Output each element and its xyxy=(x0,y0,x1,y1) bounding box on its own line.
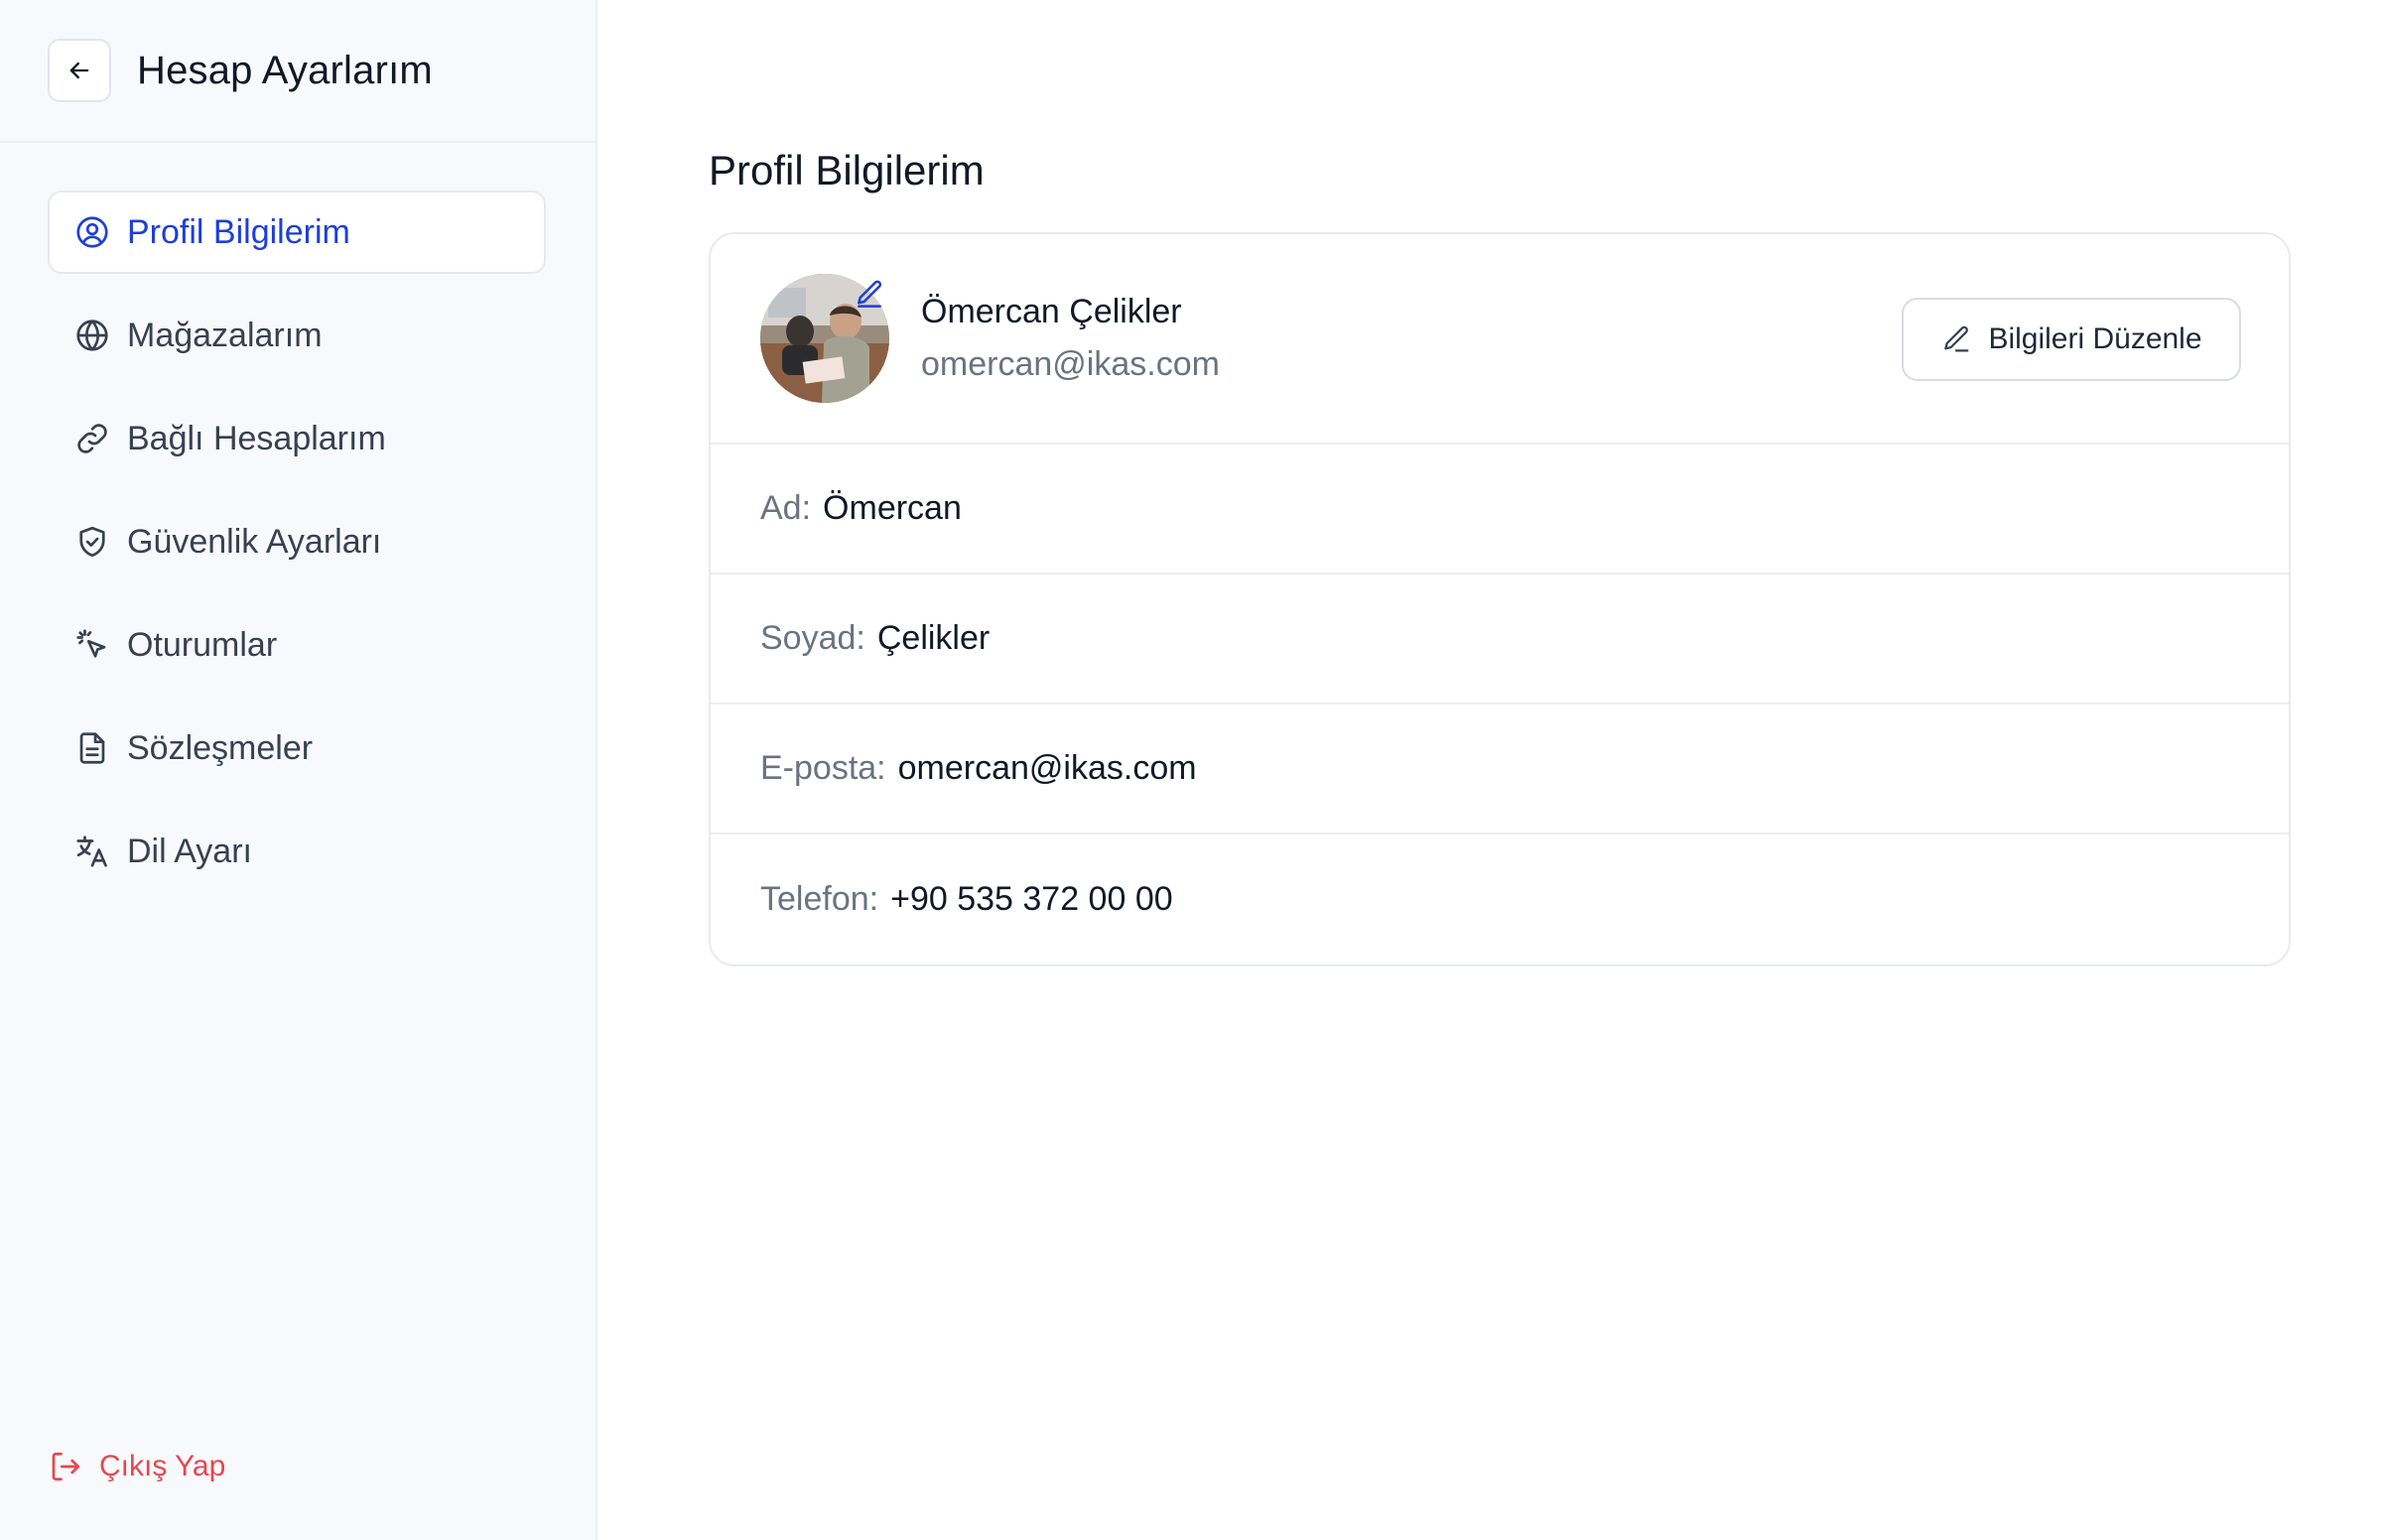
sidebar-item-profile[interactable]: Profil Bilgilerim xyxy=(48,191,546,274)
logout-label: Çıkış Yap xyxy=(99,1450,226,1482)
sidebar-item-label: Mağazalarım xyxy=(127,316,323,354)
pointer-click-icon xyxy=(73,626,111,664)
sidebar-header: Hesap Ayarlarım xyxy=(0,0,596,143)
field-row-first-name: Ad: Ömercan xyxy=(711,445,2289,575)
main-content: Profil Bilgilerim Ömercan Çelikler omerc… xyxy=(597,0,2384,1540)
user-circle-icon xyxy=(73,213,111,251)
sidebar: Hesap Ayarlarım Profil Bilgilerim Mağaza… xyxy=(0,0,597,1540)
field-value: omercan@ikas.com xyxy=(897,749,1197,787)
field-value: Çelikler xyxy=(876,619,991,657)
shield-check-icon xyxy=(73,523,111,561)
sidebar-item-linked-accounts[interactable]: Bağlı Hesaplarım xyxy=(48,397,546,480)
sidebar-nav: Profil Bilgilerim Mağazalarım Bağlı Hesa… xyxy=(0,143,596,893)
translate-icon xyxy=(73,833,111,870)
sidebar-item-agreements[interactable]: Sözleşmeler xyxy=(48,706,546,790)
sidebar-item-label: Oturumlar xyxy=(127,625,278,664)
avatar-container xyxy=(760,274,889,403)
field-row-last-name: Soyad: Çelikler xyxy=(711,575,2289,705)
field-row-email: E-posta: omercan@ikas.com xyxy=(711,705,2289,834)
sidebar-item-sessions[interactable]: Oturumlar xyxy=(48,603,546,687)
profile-summary: Ömercan Çelikler omercan@ikas.com xyxy=(921,293,1220,384)
logout-button[interactable]: Çıkış Yap xyxy=(48,1449,225,1484)
field-value: +90 535 372 00 00 xyxy=(890,880,1173,918)
link-icon xyxy=(73,420,111,457)
field-value: Ömercan xyxy=(823,489,962,527)
profile-email: omercan@ikas.com xyxy=(921,345,1220,383)
sidebar-item-label: Bağlı Hesaplarım xyxy=(127,419,386,457)
field-row-phone: Telefon: +90 535 372 00 00 xyxy=(711,834,2289,964)
profile-header: Ömercan Çelikler omercan@ikas.com Bilgil… xyxy=(711,234,2289,445)
sidebar-title: Hesap Ayarlarım xyxy=(137,48,433,92)
field-label: E-posta: xyxy=(760,749,886,787)
pencil-icon xyxy=(1944,325,1969,352)
edit-profile-label: Bilgileri Düzenle xyxy=(1988,322,2202,355)
page-title: Profil Bilgilerim xyxy=(709,147,985,193)
profile-card: Ömercan Çelikler omercan@ikas.com Bilgil… xyxy=(709,232,2291,966)
profile-name: Ömercan Çelikler xyxy=(921,293,1182,330)
sidebar-item-label: Dil Ayarı xyxy=(127,832,252,870)
field-label: Telefon: xyxy=(760,880,879,918)
globe-icon xyxy=(73,317,111,354)
sidebar-item-stores[interactable]: Mağazalarım xyxy=(48,294,546,377)
back-button[interactable] xyxy=(48,39,111,102)
field-label: Soyad: xyxy=(760,619,865,657)
avatar-edit-button[interactable] xyxy=(850,274,889,314)
sidebar-item-security[interactable]: Güvenlik Ayarları xyxy=(48,500,546,583)
sidebar-item-language[interactable]: Dil Ayarı xyxy=(48,810,546,893)
field-label: Ad: xyxy=(760,489,812,527)
pencil-icon xyxy=(858,280,882,308)
app-root: Hesap Ayarlarım Profil Bilgilerim Mağaza… xyxy=(0,0,2384,1540)
arrow-left-icon xyxy=(69,62,89,79)
logout-icon xyxy=(52,1452,80,1481)
sidebar-item-label: Sözleşmeler xyxy=(127,728,314,767)
edit-profile-button[interactable]: Bilgileri Düzenle xyxy=(1902,298,2241,381)
sidebar-item-label: Profil Bilgilerim xyxy=(127,212,350,251)
sidebar-item-label: Güvenlik Ayarları xyxy=(127,522,382,561)
document-icon xyxy=(73,729,111,767)
